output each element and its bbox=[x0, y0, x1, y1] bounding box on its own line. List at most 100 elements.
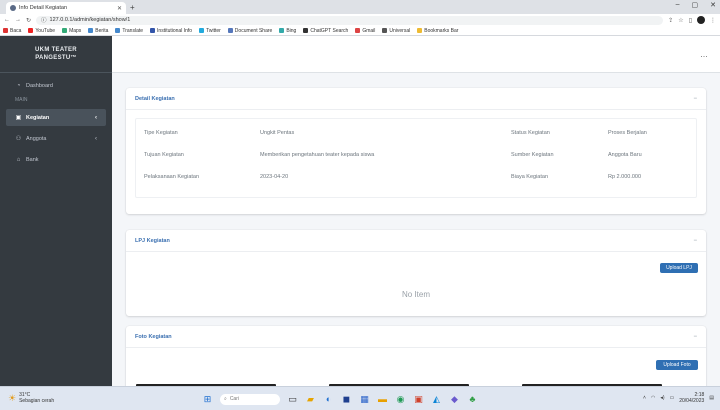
detail-label: Status Kegiatan bbox=[511, 130, 550, 136]
sidepanel-icon[interactable]: ▯ bbox=[689, 17, 692, 24]
sidebar-item-label: Kegiatan bbox=[26, 114, 50, 121]
bookmark-item[interactable]: Maps bbox=[62, 28, 81, 34]
bookmark-item[interactable]: Baca bbox=[3, 28, 21, 34]
detail-label: Pelaksanaan Kegiatan bbox=[144, 174, 200, 180]
file-explorer-icon[interactable]: ▰ bbox=[305, 394, 316, 405]
vscode-icon[interactable]: ◭ bbox=[431, 394, 442, 405]
collapse-icon[interactable]: − bbox=[693, 334, 697, 340]
tab-title: Info Detail Kegiatan bbox=[19, 5, 68, 11]
star-icon[interactable]: ☆ bbox=[678, 17, 683, 24]
bookmark-favicon-icon bbox=[88, 28, 94, 33]
tab-favicon-icon bbox=[10, 5, 16, 11]
collapse-icon[interactable]: − bbox=[693, 96, 697, 102]
detail-value: Memberikan pengetahuan teater kepada sis… bbox=[260, 152, 375, 158]
bookmark-item[interactable]: Gmail bbox=[355, 28, 375, 34]
top-navbar: … bbox=[112, 36, 720, 73]
edge-icon[interactable]: ◐ bbox=[323, 394, 334, 405]
clock[interactable]: 2:18 20/04/2023 bbox=[679, 392, 704, 404]
new-tab-icon[interactable]: + bbox=[130, 2, 135, 14]
reload-icon[interactable]: ↻ bbox=[26, 17, 31, 24]
bookmark-item[interactable]: Universal bbox=[382, 28, 410, 34]
card-title: Foto Kegiatan bbox=[135, 333, 172, 340]
app-icon[interactable]: ◆ bbox=[449, 394, 460, 405]
empty-state-text: No Item bbox=[401, 290, 430, 299]
bookmark-label: Berita bbox=[95, 27, 109, 34]
detail-value: 2023-04-20 bbox=[260, 174, 289, 180]
card-title: LPJ Kegiatan bbox=[135, 237, 170, 244]
browser-toolbar: ← → ↻ ⓘ 127.0.0.1/admin/kegiatan/show/1 … bbox=[0, 14, 720, 26]
bookmark-favicon-icon bbox=[28, 28, 34, 33]
maximize-icon[interactable]: ▢ bbox=[692, 1, 699, 9]
windows-start-icon[interactable]: ⊞ bbox=[202, 394, 213, 405]
browser-tab-bar: Info Detail Kegiatan ✕ + – ▢ ✕ bbox=[0, 0, 720, 14]
store-icon[interactable]: ◼ bbox=[341, 394, 352, 405]
sidebar-item-anggota[interactable]: ⚇ Anggota ‹ bbox=[6, 130, 106, 147]
battery-icon[interactable]: ▭ bbox=[670, 395, 675, 401]
minimize-icon[interactable]: – bbox=[676, 1, 680, 9]
upload-foto-button[interactable]: Upload Foto bbox=[656, 360, 698, 370]
app-icon[interactable]: ♣ bbox=[467, 394, 478, 405]
address-bar[interactable]: ⓘ 127.0.0.1/admin/kegiatan/show/1 bbox=[36, 15, 664, 25]
close-window-icon[interactable]: ✕ bbox=[710, 1, 716, 9]
system-tray: ˄ ◠ ◂) ▭ 2:18 20/04/2023 ▤ bbox=[643, 392, 714, 404]
bookmark-item[interactable]: Bing bbox=[279, 28, 296, 34]
taskbar-search[interactable]: ⌕ Cari bbox=[220, 393, 280, 405]
task-view-icon[interactable]: ▭ bbox=[287, 394, 298, 405]
sidebar-item-kegiatan[interactable]: ▣ Kegiatan ‹ bbox=[6, 109, 106, 126]
chevron-up-icon[interactable]: ˄ bbox=[643, 395, 646, 401]
info-icon[interactable]: ⓘ bbox=[41, 16, 47, 24]
card-header: Foto Kegiatan − bbox=[126, 326, 706, 348]
bookmark-favicon-icon bbox=[355, 28, 361, 33]
chevron-left-icon: ‹ bbox=[95, 114, 97, 121]
bookmark-item[interactable]: Institutional Info bbox=[150, 28, 192, 34]
search-label: Cari bbox=[229, 396, 239, 402]
brand-logo[interactable]: UKM TEATER PANGESTU™ bbox=[0, 36, 112, 73]
window-controls: – ▢ ✕ bbox=[676, 1, 716, 9]
menu-icon[interactable]: ⋮ bbox=[710, 17, 716, 24]
collapse-icon[interactable]: − bbox=[693, 238, 697, 244]
share-icon[interactable]: ⇪ bbox=[668, 17, 673, 24]
detail-row: Tujuan Kegiatan Memberikan pengetahuan t… bbox=[136, 144, 696, 166]
profile-avatar[interactable] bbox=[697, 16, 705, 24]
bookmark-item[interactable]: YouTube bbox=[28, 28, 55, 34]
detail-table: Tipe Kegiatan Ungkit Pentas Status Kegia… bbox=[135, 118, 697, 198]
bookmark-item[interactable]: Document Share bbox=[227, 28, 272, 34]
bookmark-favicon-icon bbox=[303, 28, 309, 33]
detail-value: Rp 2.000.000 bbox=[608, 174, 642, 180]
user-menu[interactable]: … bbox=[700, 50, 708, 59]
weather-widget[interactable]: ☀ 31°C Sebagian cerah bbox=[8, 392, 54, 404]
bookmark-item[interactable]: Twitter bbox=[199, 28, 221, 34]
bookmark-favicon-icon bbox=[199, 28, 205, 33]
users-icon: ⚇ bbox=[15, 136, 22, 142]
os-taskbar: ☀ 31°C Sebagian cerah ⊞ ⌕ Cari ▭ ▰ ◐ ◼ ▦… bbox=[0, 386, 720, 410]
browser-tab[interactable]: Info Detail Kegiatan ✕ bbox=[6, 2, 126, 14]
forward-icon[interactable]: → bbox=[15, 17, 21, 23]
bookmark-label: Gmail bbox=[362, 27, 376, 34]
word-icon[interactable]: ▦ bbox=[359, 394, 370, 405]
bookmark-item[interactable]: ChatGPT Search bbox=[303, 28, 348, 34]
card-header: Detail Kegiatan − bbox=[126, 88, 706, 110]
folder-icon[interactable]: ▬ bbox=[377, 394, 388, 405]
bookmark-favicon-icon bbox=[227, 28, 233, 33]
bookmark-item[interactable]: Translate bbox=[115, 28, 143, 34]
lpj-kegiatan-card: LPJ Kegiatan − Upload LPJ No Item bbox=[126, 230, 706, 316]
bookmark-label: Maps bbox=[69, 27, 82, 34]
back-icon[interactable]: ← bbox=[4, 17, 10, 23]
app-icon[interactable]: ▣ bbox=[413, 394, 424, 405]
volume-icon[interactable]: ◂) bbox=[660, 395, 664, 401]
bookmark-item[interactable]: Bookmarks Bar bbox=[417, 28, 458, 34]
bookmark-item[interactable]: Berita bbox=[88, 28, 108, 34]
sidebar-item-dashboard[interactable]: ◔ Dashboard bbox=[6, 77, 106, 94]
bookmark-label: Institutional Info bbox=[157, 27, 193, 34]
card-title: Detail Kegiatan bbox=[135, 95, 175, 102]
notification-icon[interactable]: ▤ bbox=[709, 395, 714, 401]
bookmark-label: YouTube bbox=[35, 27, 56, 34]
detail-value: Anggota Baru bbox=[608, 152, 642, 158]
chrome-icon[interactable]: ◉ bbox=[395, 394, 406, 405]
upload-lpj-button[interactable]: Upload LPJ bbox=[660, 263, 698, 273]
wifi-icon[interactable]: ◠ bbox=[651, 395, 655, 401]
close-tab-icon[interactable]: ✕ bbox=[117, 5, 122, 12]
bookmark-label: Translate bbox=[122, 27, 144, 34]
bookmark-label: Bookmarks Bar bbox=[424, 27, 459, 34]
sidebar-item-bank[interactable]: ⌂ Bank bbox=[6, 151, 106, 168]
